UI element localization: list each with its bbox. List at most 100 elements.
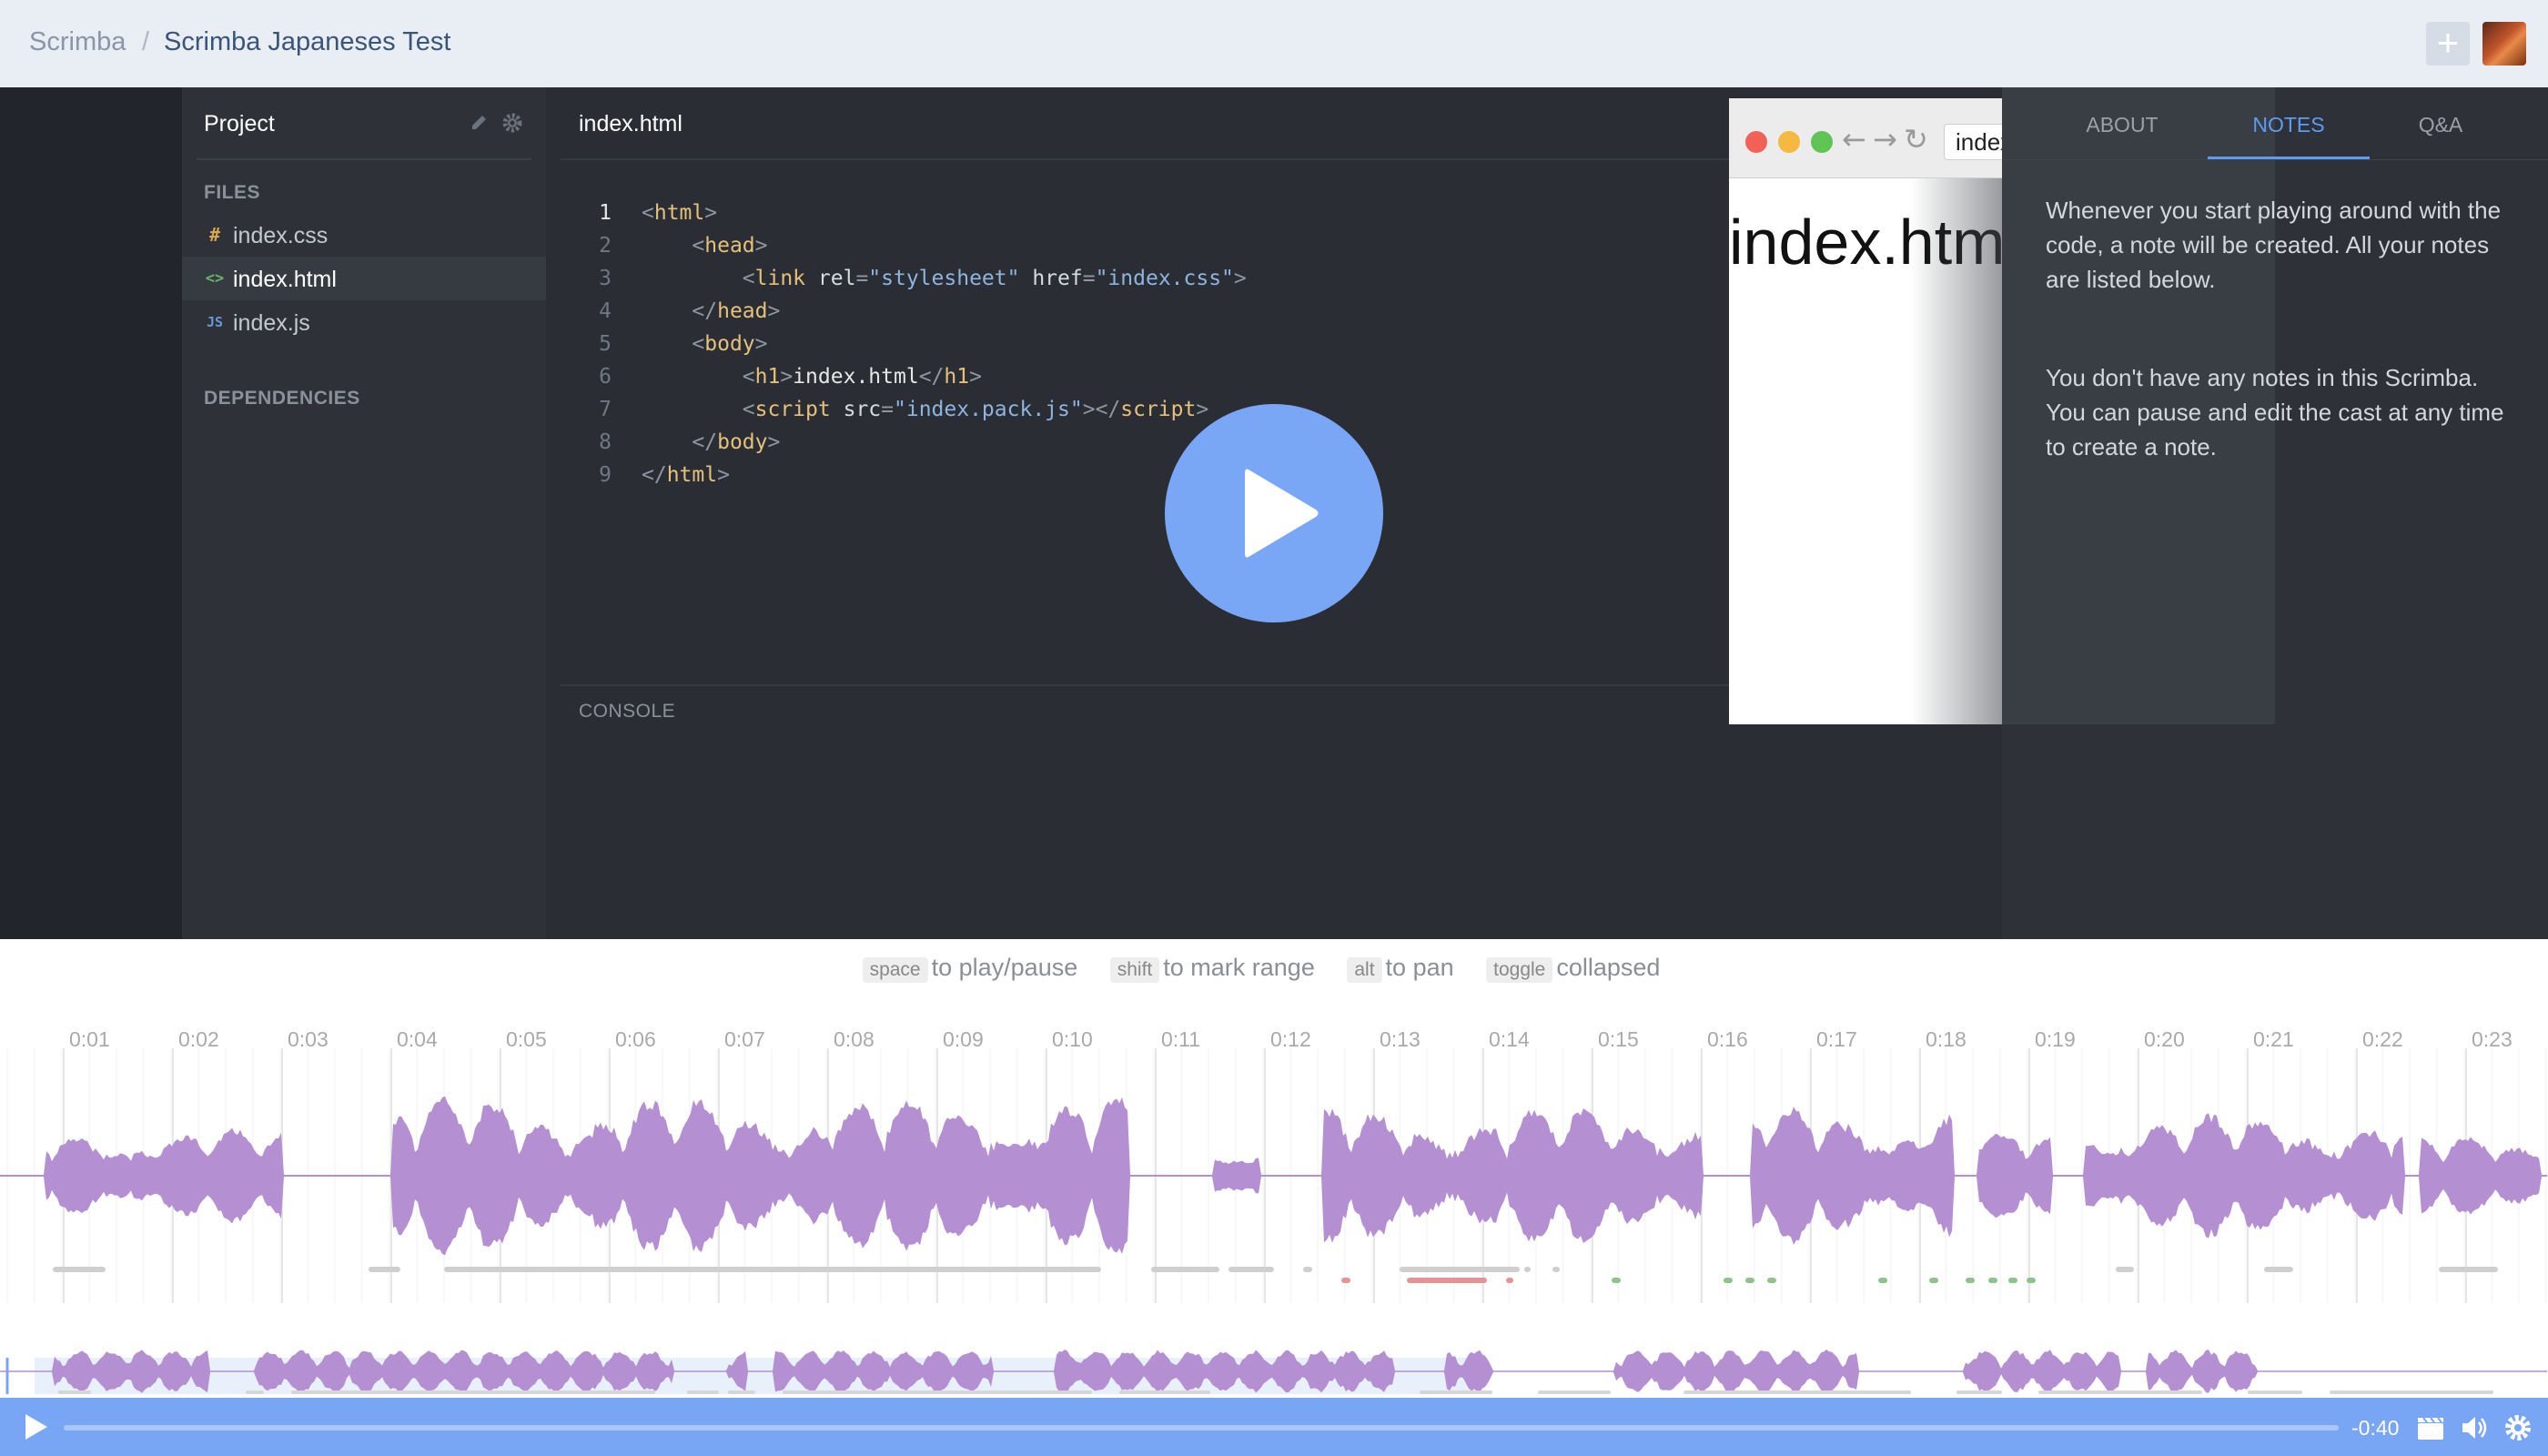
- minimize-dot-icon[interactable]: [1778, 131, 1800, 153]
- edit-marker: [1506, 1278, 1513, 1283]
- gear-icon[interactable]: [500, 111, 524, 135]
- tick-label: 0:02: [178, 1027, 219, 1051]
- volume-icon[interactable]: [2459, 1412, 2490, 1443]
- edit-marker: [1228, 1267, 1274, 1272]
- progress-track[interactable]: [64, 1425, 2339, 1431]
- tick-label: 0:07: [724, 1027, 765, 1051]
- pencil-icon[interactable]: [468, 111, 491, 135]
- edit-marker: [369, 1267, 400, 1272]
- time-remaining: -0:40: [2351, 1416, 2400, 1440]
- tick-label: 0:21: [2253, 1027, 2294, 1051]
- waveform-timeline[interactable]: 0:01 0:02 0:03 0:04 0:05 0:06 0:07 0:08 0:09 0:10…: [0, 994, 2548, 1394]
- breadcrumb-title[interactable]: Scrimba Japaneses Test: [164, 27, 450, 57]
- line-number: 6: [599, 365, 612, 389]
- file-item-index-css[interactable]: # index.css: [182, 213, 546, 257]
- overview-marker: [1956, 1390, 2002, 1394]
- add-icon[interactable]: +: [2426, 22, 2470, 66]
- overview-marker: [2330, 1390, 2493, 1394]
- html-file-icon: <>: [205, 269, 225, 288]
- tab-about[interactable]: ABOUT: [2040, 113, 2204, 137]
- tick-label: 0:03: [288, 1027, 329, 1051]
- clapperboard-icon[interactable]: [2415, 1412, 2446, 1443]
- edit-markers: [53, 1267, 2498, 1283]
- tab-qa[interactable]: Q&A: [2359, 113, 2523, 137]
- edit-marker: [1767, 1278, 1776, 1283]
- file-item-index-js[interactable]: JS index.js: [182, 300, 546, 344]
- breadcrumb-separator: /: [142, 27, 150, 56]
- edit-marker: [1524, 1267, 1531, 1272]
- edit-marker: [1988, 1278, 1997, 1283]
- edit-marker: [1929, 1278, 1938, 1283]
- browser-preview[interactable]: ← → ↻ index.html index.html: [1729, 98, 2035, 724]
- overview-marker: [2038, 1390, 2202, 1394]
- line-number: 9: [599, 463, 612, 487]
- tick-label: 0:08: [834, 1027, 875, 1051]
- timeline-panel[interactable]: space to play/pause shift to mark range al…: [0, 939, 2548, 1398]
- line-number: 8: [599, 430, 612, 454]
- hint-text: to play/pause: [931, 954, 1078, 981]
- edit-marker: [1341, 1278, 1350, 1283]
- overview-marker: [246, 1390, 264, 1394]
- keyboard-hints: space to play/pause shift to mark range al…: [0, 954, 2548, 983]
- reload-icon[interactable]: ↻: [1904, 122, 1928, 157]
- sidebar-title: Project: [204, 111, 275, 136]
- edit-marker: [2008, 1278, 2017, 1283]
- line-number: 1: [599, 201, 612, 225]
- settings-gear-icon[interactable]: [2502, 1412, 2533, 1443]
- overview-marker: [728, 1390, 755, 1394]
- back-arrow-icon[interactable]: ←: [1842, 122, 1866, 157]
- code-line: 5 <body>: [546, 328, 1911, 360]
- notes-intro: Whenever you start playing around with t…: [2046, 197, 2502, 293]
- edit-marker: [2116, 1267, 2134, 1272]
- project-sidebar: Project FILES # index.css <> index.html …: [182, 87, 546, 939]
- edit-marker: [1612, 1278, 1621, 1283]
- overview-marker: [1684, 1390, 1911, 1394]
- hint-key: shift: [1109, 957, 1160, 983]
- console-label[interactable]: CONSOLE: [579, 701, 675, 723]
- maximize-dot-icon[interactable]: [1811, 131, 1833, 153]
- line-number: 3: [599, 267, 612, 290]
- tick-label: 0:06: [615, 1027, 656, 1051]
- js-file-icon: JS: [206, 314, 224, 330]
- tick-label: 0:17: [1816, 1027, 1857, 1051]
- overview-marker: [1538, 1390, 1611, 1394]
- line-number: 7: [599, 398, 612, 421]
- tick-label: 0:18: [1926, 1027, 1967, 1051]
- file-item-index-html[interactable]: <> index.html: [182, 257, 546, 300]
- code-line: 1 <html>: [546, 197, 1911, 229]
- line-number: 4: [599, 299, 612, 323]
- edit-marker: [2439, 1267, 2498, 1272]
- overview-marker: [783, 1390, 1092, 1394]
- tick-label: 0:15: [1598, 1027, 1639, 1051]
- tick-label: 0:22: [2362, 1027, 2403, 1051]
- hint-text: to mark range: [1163, 954, 1315, 981]
- forward-arrow-icon[interactable]: →: [1873, 122, 1897, 157]
- toggle-collapsed-button[interactable]: toggle: [1486, 957, 1553, 983]
- edit-marker: [1151, 1267, 1219, 1272]
- editor-tab[interactable]: index.html: [579, 111, 682, 137]
- code-line: 3 <link rel="stylesheet" href="index.css…: [546, 262, 1911, 295]
- avatar[interactable]: [2482, 22, 2526, 66]
- edit-marker: [1745, 1278, 1754, 1283]
- active-tab-indicator: [2208, 157, 2370, 159]
- hint-key: alt: [1347, 957, 1382, 983]
- dependencies-heading: DEPENDENCIES: [204, 388, 360, 409]
- tick-label: 0:09: [943, 1027, 984, 1051]
- browser-toolbar: ← → ↻ index.html: [1729, 98, 2035, 178]
- play-button[interactable]: [1165, 404, 1383, 622]
- tab-notes[interactable]: NOTES: [2207, 113, 2371, 137]
- css-file-icon: #: [208, 224, 221, 246]
- waveform-main: [0, 1096, 2547, 1256]
- close-dot-icon[interactable]: [1745, 131, 1767, 153]
- breadcrumb-root[interactable]: Scrimba: [29, 27, 126, 57]
- files-heading: FILES: [204, 182, 261, 203]
- edit-marker: [1407, 1278, 1487, 1283]
- tick-label: 0:19: [2035, 1027, 2076, 1051]
- play-icon[interactable]: [18, 1410, 51, 1443]
- file-label: index.html: [233, 267, 337, 292]
- overview-marker: [58, 1390, 91, 1394]
- code-line: 4 </head>: [546, 295, 1911, 328]
- hint-text: to pan: [1385, 954, 1454, 981]
- edit-marker: [2264, 1267, 2293, 1272]
- tick-label: 0:01: [69, 1027, 110, 1051]
